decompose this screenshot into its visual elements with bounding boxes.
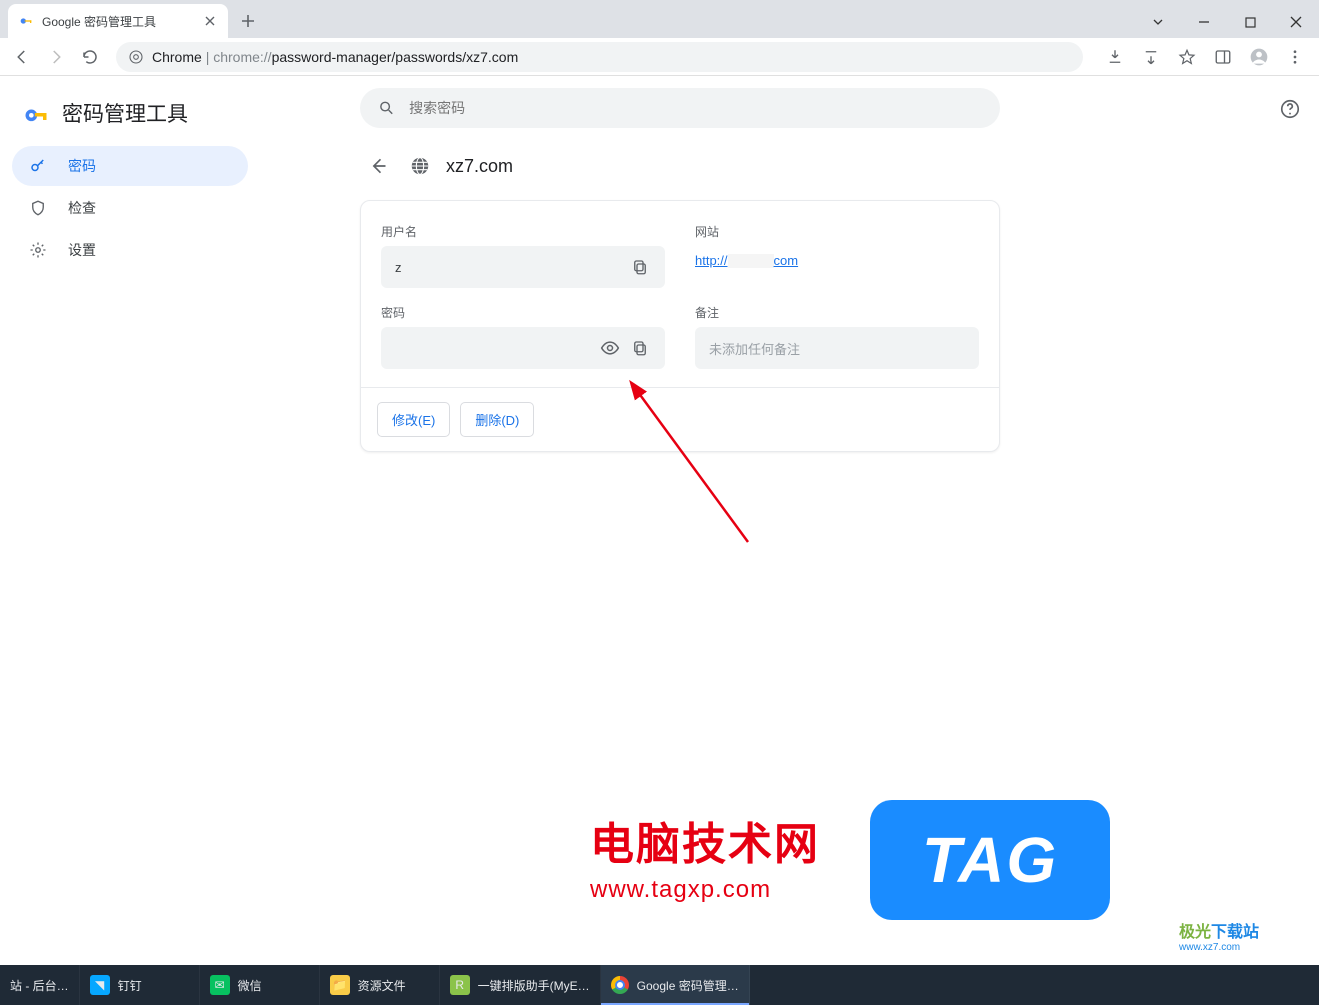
key-logo-icon: [22, 99, 50, 127]
card-footer: 修改(E) 删除(D): [361, 387, 999, 451]
taskbar-item-typeset[interactable]: R 一键排版助手(MyE…: [440, 965, 601, 1005]
wechat-icon: ✉: [210, 975, 230, 995]
sidebar-item-label: 检查: [68, 198, 96, 218]
notes-placeholder: 未添加任何备注: [709, 339, 969, 358]
nav-forward-button[interactable]: [42, 43, 70, 71]
domain-title: xz7.com: [446, 156, 513, 177]
app-title-text: 密码管理工具: [62, 98, 188, 128]
taskbar-item-explorer[interactable]: 📁 资源文件: [320, 965, 440, 1005]
search-input[interactable]: [360, 88, 1000, 128]
sidebar-item-settings[interactable]: 设置: [12, 230, 248, 270]
notes-label: 备注: [695, 304, 979, 321]
edit-button[interactable]: 修改(E): [377, 402, 450, 437]
share-icon[interactable]: [1135, 41, 1167, 73]
nav-back-button[interactable]: [8, 43, 36, 71]
chrome-icon: [128, 49, 144, 65]
website-link[interactable]: http://: [695, 253, 728, 268]
key-icon: [28, 157, 48, 175]
website-masked: [728, 254, 774, 268]
website-field: 网站 http:// com: [695, 223, 979, 288]
close-icon[interactable]: [202, 13, 218, 29]
browser-titlebar: Google 密码管理工具: [0, 0, 1319, 38]
page-back-button[interactable]: [362, 150, 394, 182]
watermark-corner: 极光下载站 www.xz7.com: [1179, 918, 1319, 960]
app-title: 密码管理工具: [12, 90, 248, 146]
taskbar-item[interactable]: 站 - 后台…: [0, 965, 80, 1005]
password-label: 密码: [381, 304, 665, 321]
window-maximize-button[interactable]: [1227, 6, 1273, 38]
bookmark-icon[interactable]: [1171, 41, 1203, 73]
show-password-button[interactable]: [595, 333, 625, 363]
username-label: 用户名: [381, 223, 665, 240]
folder-icon: 📁: [330, 975, 350, 995]
search-field[interactable]: [409, 100, 982, 116]
help-icon[interactable]: [1279, 98, 1301, 120]
tab-title: Google 密码管理工具: [42, 13, 194, 30]
menu-icon[interactable]: [1279, 41, 1311, 73]
address-bar: Chrome | chrome://password-manager/passw…: [0, 38, 1319, 76]
window-minimize-button[interactable]: [1181, 6, 1227, 38]
password-card: 用户名 z 网站 http:// com 密码: [360, 200, 1000, 452]
nav-reload-button[interactable]: [76, 43, 104, 71]
notes-field: 备注 未添加任何备注: [695, 304, 979, 369]
new-tab-button[interactable]: [234, 7, 262, 35]
watermark-text: 电脑技术网 www.tagxp.com: [590, 808, 820, 904]
app-icon: R: [450, 975, 470, 995]
omnibox[interactable]: Chrome | chrome://password-manager/passw…: [116, 42, 1083, 72]
taskbar-item-wechat[interactable]: ✉ 微信: [200, 965, 320, 1005]
taskbar-item-chrome[interactable]: Google 密码管理…: [601, 965, 750, 1005]
username-field: 用户名 z: [381, 223, 665, 288]
window-controls: [1135, 6, 1319, 38]
taskbar: 站 - 后台… ◥ 钉钉 ✉ 微信 📁 资源文件 R 一键排版助手(MyE… G…: [0, 965, 1319, 1005]
sidebar: 密码管理工具 密码 检查 设置: [0, 76, 260, 965]
window-close-button[interactable]: [1273, 6, 1319, 38]
profile-icon[interactable]: [1243, 41, 1275, 73]
sidebar-item-label: 密码: [68, 156, 96, 176]
globe-icon: [408, 154, 432, 178]
search-icon: [378, 99, 395, 117]
password-field: 密码: [381, 304, 665, 369]
taskbar-item-dingtalk[interactable]: ◥ 钉钉: [80, 965, 200, 1005]
username-value: z: [395, 260, 625, 275]
dingtalk-icon: ◥: [90, 975, 110, 995]
shield-icon: [28, 199, 48, 217]
copy-password-button[interactable]: [625, 333, 655, 363]
website-link-suffix[interactable]: com: [774, 253, 799, 268]
watermark-tag: TAG: [870, 800, 1110, 920]
key-icon: [18, 13, 34, 29]
delete-button[interactable]: 删除(D): [460, 402, 534, 437]
omnibox-url: Chrome | chrome://password-manager/passw…: [152, 49, 518, 65]
sidebar-item-checkup[interactable]: 检查: [12, 188, 248, 228]
sidepanel-icon[interactable]: [1207, 41, 1239, 73]
copy-username-button[interactable]: [625, 252, 655, 282]
sidebar-item-passwords[interactable]: 密码: [12, 146, 248, 186]
page-header: xz7.com: [362, 150, 1228, 182]
sidebar-item-label: 设置: [68, 240, 96, 260]
chrome-icon: [611, 976, 629, 994]
install-icon[interactable]: [1099, 41, 1131, 73]
gear-icon: [28, 241, 48, 259]
website-label: 网站: [695, 223, 979, 240]
window-dropdown-button[interactable]: [1135, 6, 1181, 38]
browser-tab[interactable]: Google 密码管理工具: [8, 4, 228, 38]
